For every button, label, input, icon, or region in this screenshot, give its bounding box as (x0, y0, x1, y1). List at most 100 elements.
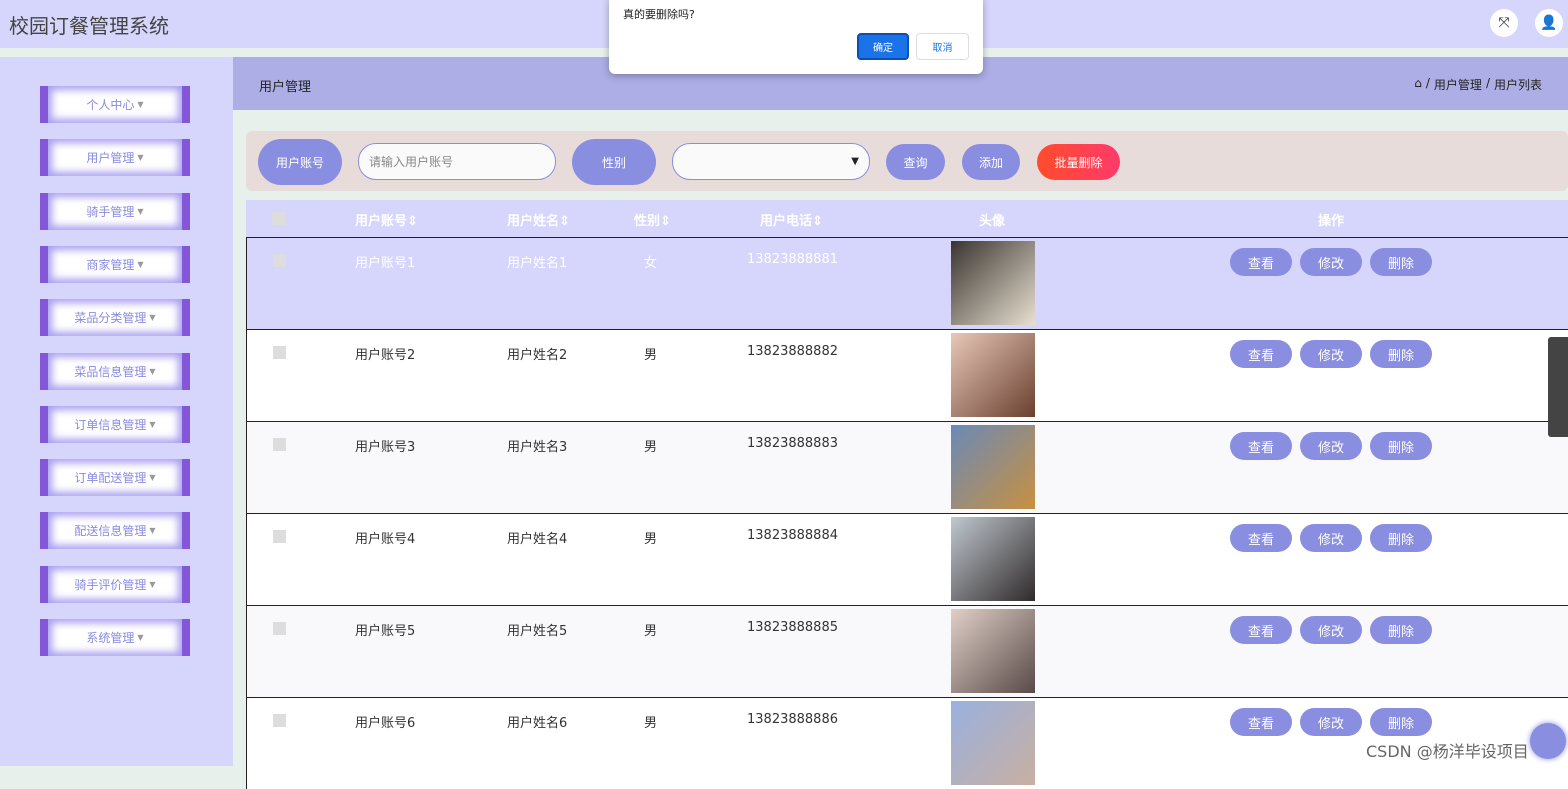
row-checkbox[interactable] (273, 714, 286, 727)
sidebar-item-inner: 骑手管理 ▼ (48, 192, 182, 230)
sidebar-item-label: 系统管理 (86, 631, 135, 645)
view-button[interactable]: 查看 (1230, 616, 1292, 644)
view-button[interactable]: 查看 (1230, 432, 1292, 460)
user-icon[interactable]: 👤 (1535, 9, 1563, 37)
cell-phone: 13823888884 (747, 528, 838, 543)
avatar-image (951, 517, 1035, 601)
header-phone[interactable]: 用户电话⇕ (760, 210, 823, 229)
sidebar-item[interactable]: 个人中心 ▼ (40, 86, 190, 123)
dialog-message: 真的要删除吗? (623, 8, 695, 21)
edit-button[interactable]: 修改 (1300, 524, 1362, 552)
delete-button[interactable]: 删除 (1370, 432, 1432, 460)
breadcrumb-item[interactable]: 用户管理 (1434, 76, 1482, 93)
avatar-image (951, 241, 1035, 325)
sort-icon: ⇕ (660, 214, 671, 229)
header-actions: 操作 (1318, 214, 1345, 229)
sidebar-item[interactable]: 配送信息管理 ▼ (40, 512, 190, 550)
delete-button[interactable]: 删除 (1370, 248, 1432, 276)
gender-select[interactable]: ▼ (672, 143, 870, 180)
cell-gender: 女 (644, 256, 658, 271)
header-avatar: 头像 (979, 214, 1006, 229)
sidebar-item[interactable]: 商家管理 ▼ (40, 245, 190, 283)
table-row: 用户账号2 用户姓名2 男 13823888882 查看 修改 删除 (246, 329, 1568, 421)
sidebar-item-inner: 配送信息管理 ▼ (48, 512, 182, 550)
delete-button[interactable]: 删除 (1370, 616, 1432, 644)
add-button[interactable]: 添加 (962, 144, 1020, 180)
sidebar-item[interactable]: 用户管理 ▼ (40, 139, 190, 177)
row-checkbox[interactable] (273, 622, 286, 635)
sidebar-item[interactable]: 订单信息管理 ▼ (40, 405, 190, 443)
edit-button[interactable]: 修改 (1300, 248, 1362, 276)
sidebar-item-inner: 订单信息管理 ▼ (48, 405, 182, 443)
table-row: 用户账号3 用户姓名3 男 13823888883 查看 修改 删除 (246, 421, 1568, 513)
sidebar-item-label: 菜品分类管理 (74, 311, 147, 326)
delete-button[interactable]: 删除 (1370, 340, 1432, 368)
row-checkbox[interactable] (273, 530, 286, 543)
cell-phone: 13823888881 (747, 252, 838, 267)
delete-button[interactable]: 删除 (1370, 524, 1432, 552)
cell-account: 用户账号5 (355, 624, 416, 639)
select-all-checkbox[interactable] (272, 212, 285, 225)
sidebar-item[interactable]: 菜品分类管理 ▼ (40, 299, 190, 337)
floating-action-button[interactable] (1530, 723, 1566, 759)
cell-account: 用户账号6 (355, 716, 416, 731)
sidebar-item-inner: 商家管理 ▼ (48, 245, 182, 283)
user-table: 用户账号⇕ 用户姓名⇕ 性别⇕ 用户电话⇕ 头像 操作 用户账号1 用户姓名1 … (246, 200, 1568, 789)
query-button[interactable]: 查询 (886, 144, 945, 180)
avatar-image (951, 425, 1035, 509)
view-button[interactable]: 查看 (1230, 708, 1292, 736)
delete-button[interactable]: 删除 (1370, 708, 1432, 736)
side-drawer-handle[interactable] (1548, 337, 1568, 437)
table-row: 用户账号5 用户姓名5 男 13823888885 查看 修改 删除 (246, 605, 1568, 697)
view-button[interactable]: 查看 (1230, 340, 1292, 368)
edit-button[interactable]: 修改 (1300, 616, 1362, 644)
search-bar: 用户账号 请输入用户账号 性别 ▼ 查询 添加 批量删除 (246, 131, 1568, 191)
app-title: 校园订餐管理系统 (9, 14, 169, 38)
row-checkbox[interactable] (273, 254, 286, 267)
sidebar-item[interactable]: 骑手管理 ▼ (40, 192, 190, 230)
confirm-button[interactable]: 确定 (857, 33, 909, 60)
row-checkbox[interactable] (273, 346, 286, 359)
sidebar-item-inner: 骑手评价管理 ▼ (48, 565, 182, 603)
header-account[interactable]: 用户账号⇕ (355, 210, 418, 229)
row-checkbox[interactable] (273, 438, 286, 451)
cancel-button[interactable]: 取消 (916, 33, 969, 60)
cell-gender: 男 (644, 716, 658, 731)
header-label: 用户姓名 (507, 214, 560, 229)
edit-button[interactable]: 修改 (1300, 708, 1362, 736)
cell-account: 用户账号2 (355, 348, 416, 363)
sidebar-item-label: 商家管理 (86, 257, 135, 272)
fullscreen-icon[interactable]: ⤧ (1490, 9, 1518, 37)
header-name[interactable]: 用户姓名⇕ (507, 210, 570, 229)
header-label: 用户账号 (355, 214, 408, 229)
sidebar-item[interactable]: 骑手评价管理 ▼ (40, 565, 190, 603)
cell-phone: 13823888883 (747, 436, 838, 451)
sidebar: 个人中心 ▼ 用户管理 ▼ 骑手管理 ▼ 商家管理 ▼ 菜品分类管理 ▼ 菜品信息管理 ▼ 订单信息管理… (0, 57, 233, 766)
caret-down-icon: ▼ (137, 259, 144, 269)
sidebar-item-inner: 个人中心 ▼ (48, 86, 182, 123)
sidebar-item-inner: 订单配送管理 ▼ (48, 459, 182, 497)
home-icon[interactable]: ⌂ (1414, 76, 1422, 93)
chevron-down-icon: ▼ (851, 156, 859, 167)
account-search-input[interactable]: 请输入用户账号 (358, 143, 556, 180)
sidebar-item[interactable]: 菜品信息管理 ▼ (40, 352, 190, 390)
view-button[interactable]: 查看 (1230, 524, 1292, 552)
view-button[interactable]: 查看 (1230, 248, 1292, 276)
batch-delete-button[interactable]: 批量删除 (1037, 144, 1120, 180)
header-gender[interactable]: 性别⇕ (634, 210, 671, 229)
sidebar-item-label: 订单配送管理 (74, 471, 147, 486)
cell-name: 用户姓名2 (507, 348, 568, 363)
edit-button[interactable]: 修改 (1300, 340, 1362, 368)
sidebar-item-label: 骑手评价管理 (74, 577, 147, 592)
caret-down-icon: ▼ (137, 100, 144, 109)
watermark: CSDN @杨洋毕设项目 (1366, 742, 1529, 761)
sidebar-item-label: 用户管理 (86, 151, 135, 166)
edit-button[interactable]: 修改 (1300, 432, 1362, 460)
cell-gender: 男 (644, 348, 658, 363)
sidebar-item[interactable]: 系统管理 ▼ (40, 619, 190, 656)
header-label: 性别 (634, 214, 661, 229)
account-label: 用户账号 (258, 139, 342, 185)
cell-name: 用户姓名1 (507, 256, 568, 271)
sidebar-item[interactable]: 订单配送管理 ▼ (40, 459, 190, 497)
sidebar-item-inner: 用户管理 ▼ (48, 139, 182, 177)
